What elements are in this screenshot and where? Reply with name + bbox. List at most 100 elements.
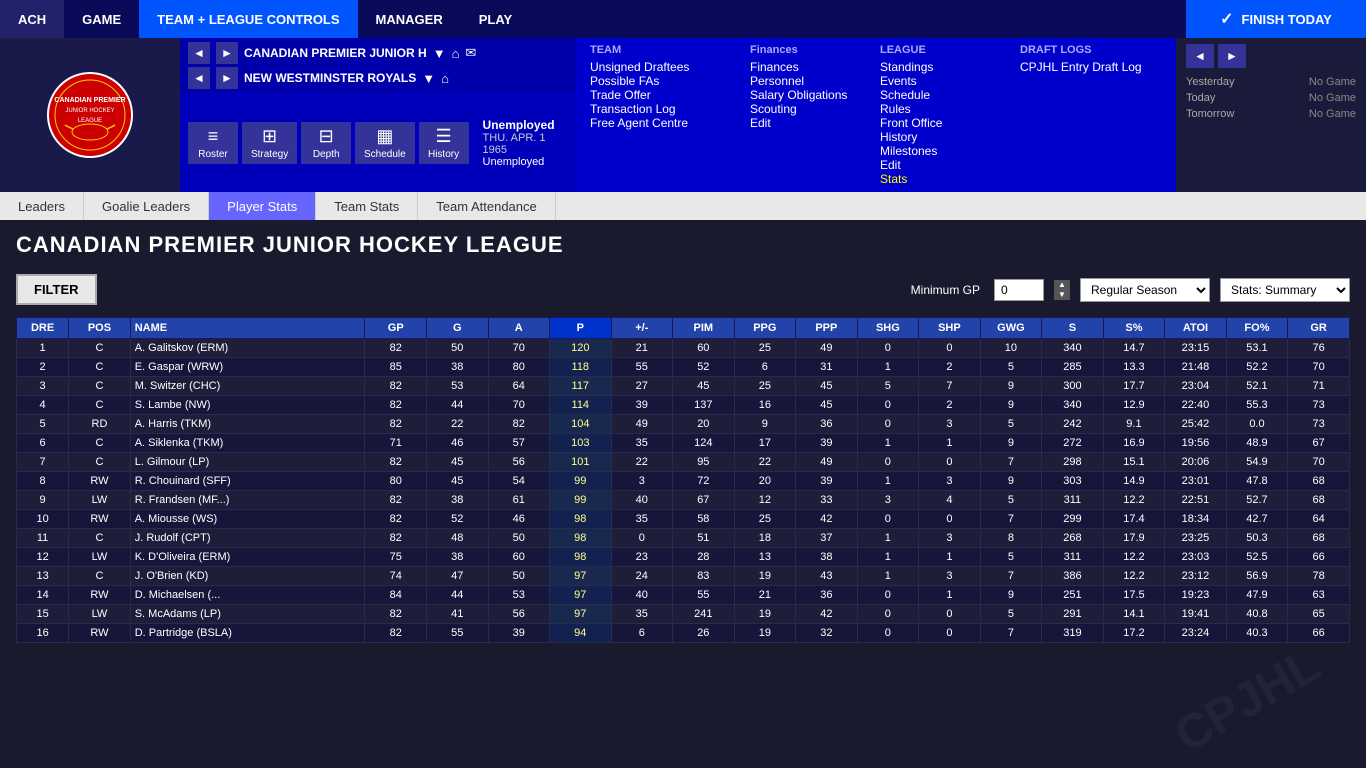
tab-goalie-leaders[interactable]: Goalie Leaders — [84, 192, 209, 220]
prev-schedule-button[interactable]: ◄ — [1186, 44, 1214, 68]
th-ppp[interactable]: PPP — [796, 318, 858, 339]
th-g[interactable]: G — [427, 318, 489, 339]
table-row[interactable]: 5RDA. Harris (TKM)8222821044920936035242… — [17, 415, 1350, 434]
th-p[interactable]: P — [550, 318, 612, 339]
table-row[interactable]: 4CS. Lambe (NW)8244701143913716450293401… — [17, 396, 1350, 415]
th-sp[interactable]: S% — [1103, 318, 1165, 339]
cell-gp: 82 — [365, 453, 427, 472]
salary-link[interactable]: Salary Obligations — [750, 88, 852, 102]
table-row[interactable]: 15LWS. McAdams (LP)824156973524119420052… — [17, 605, 1350, 624]
table-row[interactable]: 9LWR. Frandsen (MF...)823861994067123334… — [17, 491, 1350, 510]
cell-pm: 49 — [611, 415, 673, 434]
th-gr[interactable]: GR — [1288, 318, 1350, 339]
prev-team1-button[interactable]: ◄ — [188, 42, 210, 64]
free-agent-centre-link[interactable]: Free Agent Centre — [590, 116, 722, 130]
user-status: Unemployed — [483, 118, 568, 132]
th-pim[interactable]: PIM — [673, 318, 735, 339]
stats-link[interactable]: Stats — [880, 172, 942, 186]
th-a[interactable]: A — [488, 318, 550, 339]
nav-game[interactable]: GAME — [64, 0, 139, 38]
history-button[interactable]: ☰ History — [419, 122, 469, 164]
cell-ppp: 49 — [796, 339, 858, 358]
table-row[interactable]: 3CM. Switzer (CHC)8253641172745254557930… — [17, 377, 1350, 396]
th-s[interactable]: S — [1042, 318, 1104, 339]
th-atoi[interactable]: ATOI — [1165, 318, 1227, 339]
gp-up-button[interactable]: ▲ — [1054, 280, 1070, 290]
unsigned-draftees-link[interactable]: Unsigned Draftees — [590, 60, 722, 74]
gp-down-button[interactable]: ▼ — [1054, 290, 1070, 300]
cell-gr: 73 — [1288, 396, 1350, 415]
table-row[interactable]: 1CA. Galitskov (ERM)82507012021602549001… — [17, 339, 1350, 358]
next-team1-button[interactable]: ► — [216, 42, 238, 64]
tab-player-stats[interactable]: Player Stats — [209, 192, 316, 220]
th-gwg[interactable]: GWG — [980, 318, 1042, 339]
next-schedule-button[interactable]: ► — [1218, 44, 1246, 68]
table-row[interactable]: 6CA. Siklenka (TKM)714657103351241739119… — [17, 434, 1350, 453]
personnel-link[interactable]: Personnel — [750, 74, 852, 88]
table-row[interactable]: 12LWK. D'Oliveira (ERM)75386098232813381… — [17, 548, 1350, 567]
trade-offer-link[interactable]: Trade Offer — [590, 88, 722, 102]
transaction-log-link[interactable]: Transaction Log — [590, 102, 722, 116]
prev-team2-button[interactable]: ◄ — [188, 67, 210, 89]
strategy-button[interactable]: ⊞ Strategy — [242, 122, 297, 164]
tab-team-stats[interactable]: Team Stats — [316, 192, 418, 220]
milestones-link[interactable]: Milestones — [880, 144, 942, 158]
cell-shp: 0 — [919, 605, 981, 624]
table-row[interactable]: 14RWD. Michaelsen (...844453974055213601… — [17, 586, 1350, 605]
roster-button[interactable]: ≡ Roster — [188, 122, 238, 164]
scouting-link[interactable]: Scouting — [750, 102, 852, 116]
season-select[interactable]: Regular Season — [1080, 278, 1210, 302]
cpjhl-draft-link[interactable]: CPJHL Entry Draft Log — [1020, 60, 1162, 74]
table-row[interactable]: 2CE. Gaspar (WRW)85388011855526311252851… — [17, 358, 1350, 377]
cell-pim: 137 — [673, 396, 735, 415]
schedule-link[interactable]: Schedule — [880, 88, 942, 102]
stats-table-container[interactable]: DRE POS NAME GP G A P +/- PIM PPG PPP SH… — [16, 317, 1350, 643]
table-row[interactable]: 10RWA. Miousse (WS)825246983558254200729… — [17, 510, 1350, 529]
cell-shg: 1 — [857, 548, 919, 567]
tab-leaders[interactable]: Leaders — [0, 192, 84, 220]
filter-button[interactable]: FILTER — [16, 274, 97, 305]
cell-p: 117 — [550, 377, 612, 396]
th-shp[interactable]: SHP — [919, 318, 981, 339]
th-ppg[interactable]: PPG — [734, 318, 796, 339]
finances-link[interactable]: Finances — [750, 60, 852, 74]
th-shg[interactable]: SHG — [857, 318, 919, 339]
table-row[interactable]: 16RWD. Partridge (BSLA)82553994626193200… — [17, 624, 1350, 643]
th-pm[interactable]: +/- — [611, 318, 673, 339]
nav-manager[interactable]: MANAGER — [358, 0, 461, 38]
table-row[interactable]: 7CL. Gilmour (LP)82455610122952249007298… — [17, 453, 1350, 472]
rules-link[interactable]: Rules — [880, 102, 942, 116]
cell-pim: 52 — [673, 358, 735, 377]
schedule-button[interactable]: ▦ Schedule — [355, 122, 414, 164]
history-link[interactable]: History — [880, 130, 942, 144]
th-fop[interactable]: FO% — [1226, 318, 1288, 339]
events-link[interactable]: Events — [880, 74, 942, 88]
tab-team-attendance[interactable]: Team Attendance — [418, 192, 555, 220]
depth-button[interactable]: ⊟ Depth — [301, 122, 351, 164]
table-row[interactable]: 11CJ. Rudolf (CPT)8248509805118371382681… — [17, 529, 1350, 548]
standings-link[interactable]: Standings — [880, 60, 942, 74]
edit-league-link[interactable]: Edit — [880, 158, 942, 172]
cell-pim: 51 — [673, 529, 735, 548]
cell-atoi: 25:42 — [1165, 415, 1227, 434]
tomorrow-label: Tomorrow — [1186, 108, 1234, 120]
cell-p: 98 — [550, 529, 612, 548]
th-dre[interactable]: DRE — [17, 318, 69, 339]
possible-fas-link[interactable]: Possible FAs — [590, 74, 722, 88]
front-office-link[interactable]: Front Office — [880, 116, 942, 130]
nav-team-league[interactable]: TEAM + LEAGUE CONTROLS — [139, 0, 357, 38]
cell-gp: 84 — [365, 586, 427, 605]
th-gp[interactable]: GP — [365, 318, 427, 339]
min-gp-input[interactable] — [994, 279, 1044, 301]
table-row[interactable]: 13CJ. O'Brien (KD)7447509724831943137386… — [17, 567, 1350, 586]
table-row[interactable]: 8RWR. Chouinard (SFF)8045549937220391393… — [17, 472, 1350, 491]
finish-today-button[interactable]: ✓ FINISH TODAY — [1186, 0, 1366, 38]
th-pos[interactable]: POS — [69, 318, 131, 339]
stats-select[interactable]: Stats: Summary — [1220, 278, 1350, 302]
cell-dre: 8 — [17, 472, 69, 491]
nav-play[interactable]: PLAY — [461, 0, 530, 38]
next-team2-button[interactable]: ► — [216, 67, 238, 89]
th-name[interactable]: NAME — [130, 318, 365, 339]
edit-finances-link[interactable]: Edit — [750, 116, 852, 130]
nav-ach[interactable]: ACH — [0, 0, 64, 38]
